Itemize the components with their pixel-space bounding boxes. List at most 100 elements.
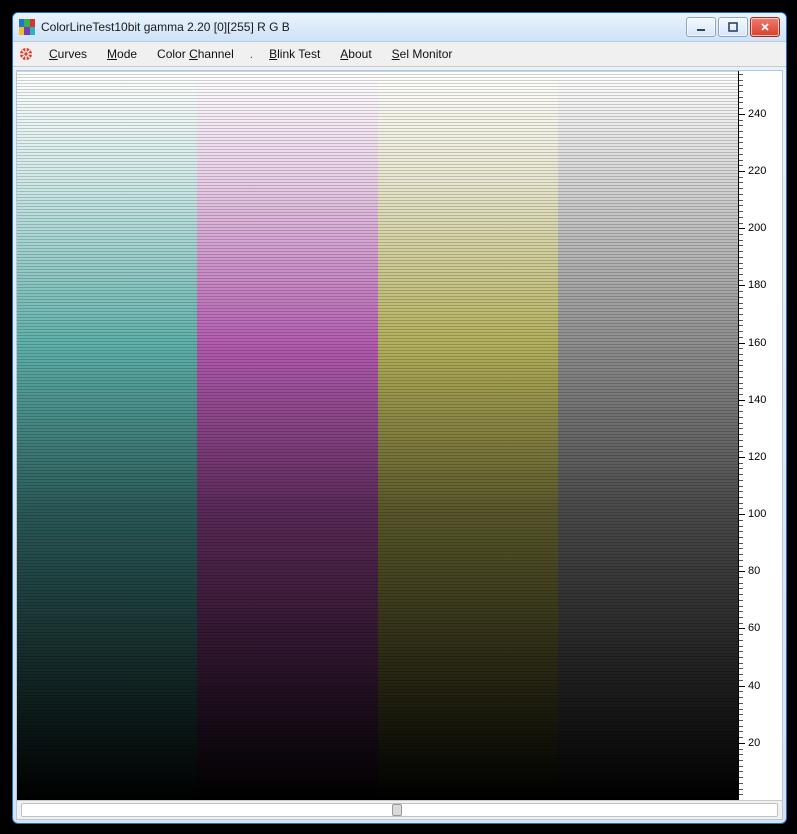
- axis-tick-minor: [739, 137, 743, 138]
- axis-tick-minor: [739, 480, 743, 481]
- axis-tick-major: [739, 514, 745, 515]
- gradient-columns: [17, 71, 738, 800]
- axis-tick-minor: [739, 583, 743, 584]
- axis-tick-minor: [739, 120, 743, 121]
- axis-tick-minor: [739, 731, 743, 732]
- axis-tick-major: [739, 285, 745, 286]
- axis-tick-minor: [739, 794, 743, 795]
- axis-tick-minor: [739, 474, 743, 475]
- axis-tick-minor: [739, 697, 743, 698]
- axis-tick-minor: [739, 308, 743, 309]
- axis-tick-minor: [739, 663, 743, 664]
- gear-icon[interactable]: [17, 45, 35, 63]
- axis-tick-minor: [739, 331, 743, 332]
- axis-tick-minor: [739, 691, 743, 692]
- axis-tick-minor: [739, 737, 743, 738]
- axis-tick-minor: [739, 560, 743, 561]
- axis-tick-minor: [739, 617, 743, 618]
- menu-separator-dot: .: [246, 45, 257, 63]
- axis-tick-minor: [739, 428, 743, 429]
- axis-tick-minor: [739, 74, 743, 75]
- axis-tick-major: [739, 114, 745, 115]
- menu-sel-monitor[interactable]: Sel Monitor: [384, 45, 461, 63]
- axis-tick-minor: [739, 651, 743, 652]
- axis-tick-minor: [739, 234, 743, 235]
- axis-tick-minor: [739, 125, 743, 126]
- axis-tick-minor: [739, 491, 743, 492]
- axis-tick-minor: [739, 148, 743, 149]
- scrollbar-track[interactable]: [21, 803, 778, 817]
- axis-tick-minor: [739, 771, 743, 772]
- axis-tick-minor: [739, 80, 743, 81]
- menu-blink-test[interactable]: Blink Test: [261, 45, 328, 63]
- menu-curves[interactable]: Curves: [41, 45, 95, 63]
- axis-tick-minor: [739, 388, 743, 389]
- gradient-plot: 20406080100120140160180200220240: [17, 71, 782, 800]
- axis-tick-minor: [739, 320, 743, 321]
- axis-tick-minor: [739, 634, 743, 635]
- axis-tick-label: 140: [748, 394, 766, 406]
- axis-tick-minor: [739, 714, 743, 715]
- axis-tick-minor: [739, 548, 743, 549]
- axis-tick-minor: [739, 623, 743, 624]
- axis-tick-minor: [739, 371, 743, 372]
- axis-tick-minor: [739, 463, 743, 464]
- menu-about[interactable]: About: [332, 45, 379, 63]
- gradient-column-cyan: [17, 71, 197, 800]
- axis-tick-minor: [739, 102, 743, 103]
- axis-tick-minor: [739, 417, 743, 418]
- axis-tick-label: 80: [748, 565, 760, 577]
- axis-tick-minor: [739, 394, 743, 395]
- axis-tick-minor: [739, 486, 743, 487]
- axis-tick-major: [739, 686, 745, 687]
- client-area: 20406080100120140160180200220240: [16, 70, 783, 820]
- axis-tick-minor: [739, 657, 743, 658]
- axis-tick-minor: [739, 274, 743, 275]
- axis-tick-minor: [739, 783, 743, 784]
- maximize-button[interactable]: [718, 17, 748, 37]
- axis-tick-minor: [739, 240, 743, 241]
- axis-tick-minor: [739, 194, 743, 195]
- axis-tick-minor: [739, 291, 743, 292]
- axis-tick-minor: [739, 354, 743, 355]
- axis-tick-minor: [739, 446, 743, 447]
- axis-tick-minor: [739, 182, 743, 183]
- gradient-column-gray: [558, 71, 738, 800]
- axis-tick-label: 20: [748, 737, 760, 749]
- horizontal-scrollbar[interactable]: [17, 800, 782, 819]
- axis-tick-minor: [739, 554, 743, 555]
- axis-tick-minor: [739, 766, 743, 767]
- axis-tick-minor: [739, 594, 743, 595]
- axis-tick-minor: [739, 142, 743, 143]
- minimize-button[interactable]: [686, 17, 716, 37]
- axis-tick-minor: [739, 263, 743, 264]
- axis-tick-minor: [739, 97, 743, 98]
- scrollbar-thumb[interactable]: [392, 804, 402, 816]
- axis-tick-minor: [739, 577, 743, 578]
- menu-color-channel[interactable]: Color Channel: [149, 45, 242, 63]
- axis-tick-label: 180: [748, 279, 766, 291]
- gradient-column-yellow: [378, 71, 558, 800]
- axis-tick-minor: [739, 280, 743, 281]
- axis-tick-label: 200: [748, 222, 766, 234]
- axis-tick-major: [739, 457, 745, 458]
- close-button[interactable]: [750, 17, 780, 37]
- axis-tick-label: 40: [748, 680, 760, 692]
- axis-tick-minor: [739, 365, 743, 366]
- axis-tick-minor: [739, 268, 743, 269]
- axis-tick-minor: [739, 303, 743, 304]
- axis-tick-minor: [739, 566, 743, 567]
- titlebar[interactable]: ColorLineTest10bit gamma 2.20 [0][255] R…: [13, 13, 786, 42]
- axis-tick-minor: [739, 360, 743, 361]
- axis-tick-minor: [739, 383, 743, 384]
- axis-tick-minor: [739, 680, 743, 681]
- axis-tick-minor: [739, 503, 743, 504]
- axis-tick-minor: [739, 251, 743, 252]
- app-window: ColorLineTest10bit gamma 2.20 [0][255] R…: [12, 12, 787, 824]
- menu-mode[interactable]: Mode: [99, 45, 145, 63]
- axis-tick-minor: [739, 709, 743, 710]
- axis-tick-minor: [739, 497, 743, 498]
- axis-tick-minor: [739, 531, 743, 532]
- axis-tick-minor: [739, 600, 743, 601]
- axis-tick-minor: [739, 537, 743, 538]
